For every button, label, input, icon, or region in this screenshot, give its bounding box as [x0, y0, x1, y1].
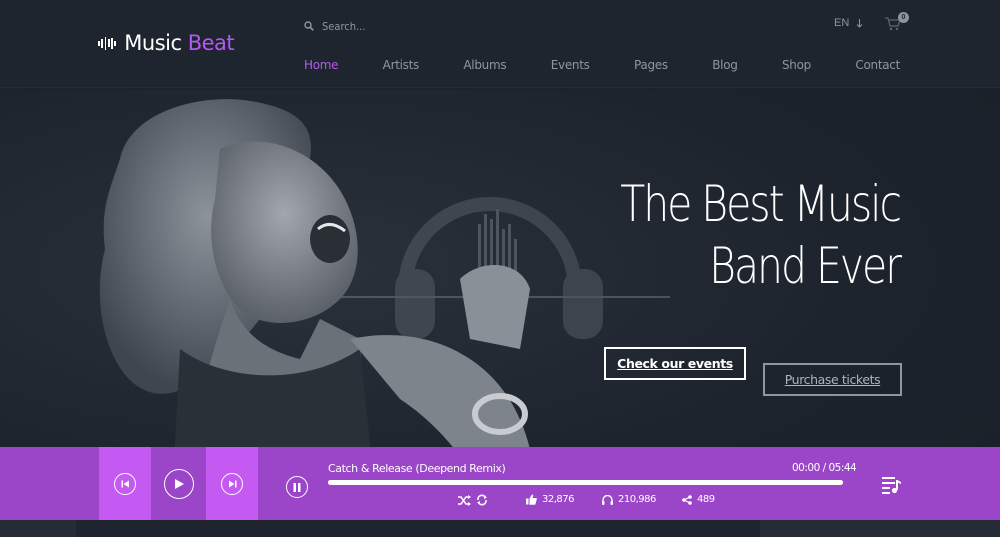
pause-icon	[286, 476, 308, 498]
logo-word-music: Music	[124, 31, 182, 55]
nav-artists[interactable]: Artists	[383, 58, 420, 74]
headphones-icon	[602, 494, 613, 505]
search-input[interactable]	[322, 19, 522, 33]
progress-bar[interactable]	[328, 480, 843, 485]
soundwave-icon	[98, 36, 117, 50]
shares-stat[interactable]: 489	[682, 494, 715, 505]
logo-word-beat: Beat	[187, 31, 235, 55]
footer-strip	[0, 520, 1000, 537]
purchase-tickets-button[interactable]: Purchase tickets	[763, 363, 902, 396]
nav-pages[interactable]: Pages	[634, 58, 668, 74]
skip-forward-icon	[221, 472, 243, 495]
previous-track-button[interactable]	[99, 447, 151, 520]
check-events-button[interactable]: Check our events	[604, 347, 746, 380]
cart-count-badge: 0	[898, 12, 909, 23]
shares-count: 489	[697, 494, 715, 505]
play-icon	[163, 468, 194, 499]
playlist-icon	[882, 477, 901, 494]
share-icon	[682, 494, 692, 505]
footer-block-left	[0, 520, 76, 537]
track-time: 00:00 / 05:44	[792, 462, 857, 474]
search-icon	[304, 21, 314, 31]
shuffle-repeat-controls	[458, 494, 488, 506]
next-track-button[interactable]	[206, 447, 258, 520]
likes-count: 32,876	[542, 494, 575, 505]
thumbs-up-icon	[526, 494, 537, 505]
site-header: Music Beat EN 0 Home Artists Albums Even…	[0, 0, 1000, 88]
footer-block-right	[760, 520, 1000, 537]
listens-stat: 210,986	[602, 494, 656, 505]
progress-fill	[328, 480, 843, 485]
pause-button[interactable]	[286, 476, 308, 498]
shuffle-icon[interactable]	[458, 494, 471, 506]
language-selector[interactable]: EN	[834, 17, 863, 29]
nav-blog[interactable]: Blog	[712, 58, 738, 74]
nav-albums[interactable]: Albums	[463, 58, 506, 74]
nav-home[interactable]: Home	[304, 58, 339, 74]
nav-shop[interactable]: Shop	[782, 58, 811, 74]
skip-back-icon	[114, 472, 136, 495]
hero-headline: The Best Music Band Ever	[620, 175, 902, 295]
main-nav: Home Artists Albums Events Pages Blog Sh…	[304, 58, 900, 74]
arrow-down-icon	[856, 18, 863, 28]
language-value: EN	[834, 17, 850, 29]
play-button[interactable]	[151, 447, 206, 520]
nav-contact[interactable]: Contact	[855, 58, 900, 74]
likes-stat[interactable]: 32,876	[526, 494, 575, 505]
nav-events[interactable]: Events	[551, 58, 590, 74]
track-title: Catch & Release (Deepend Remix)	[328, 462, 506, 475]
search-bar	[304, 17, 604, 35]
listens-count: 210,986	[618, 494, 656, 505]
playlist-button[interactable]	[882, 476, 902, 496]
repeat-icon[interactable]	[476, 494, 488, 506]
cart-button[interactable]: 0	[885, 12, 909, 33]
site-logo[interactable]: Music Beat	[98, 30, 235, 56]
